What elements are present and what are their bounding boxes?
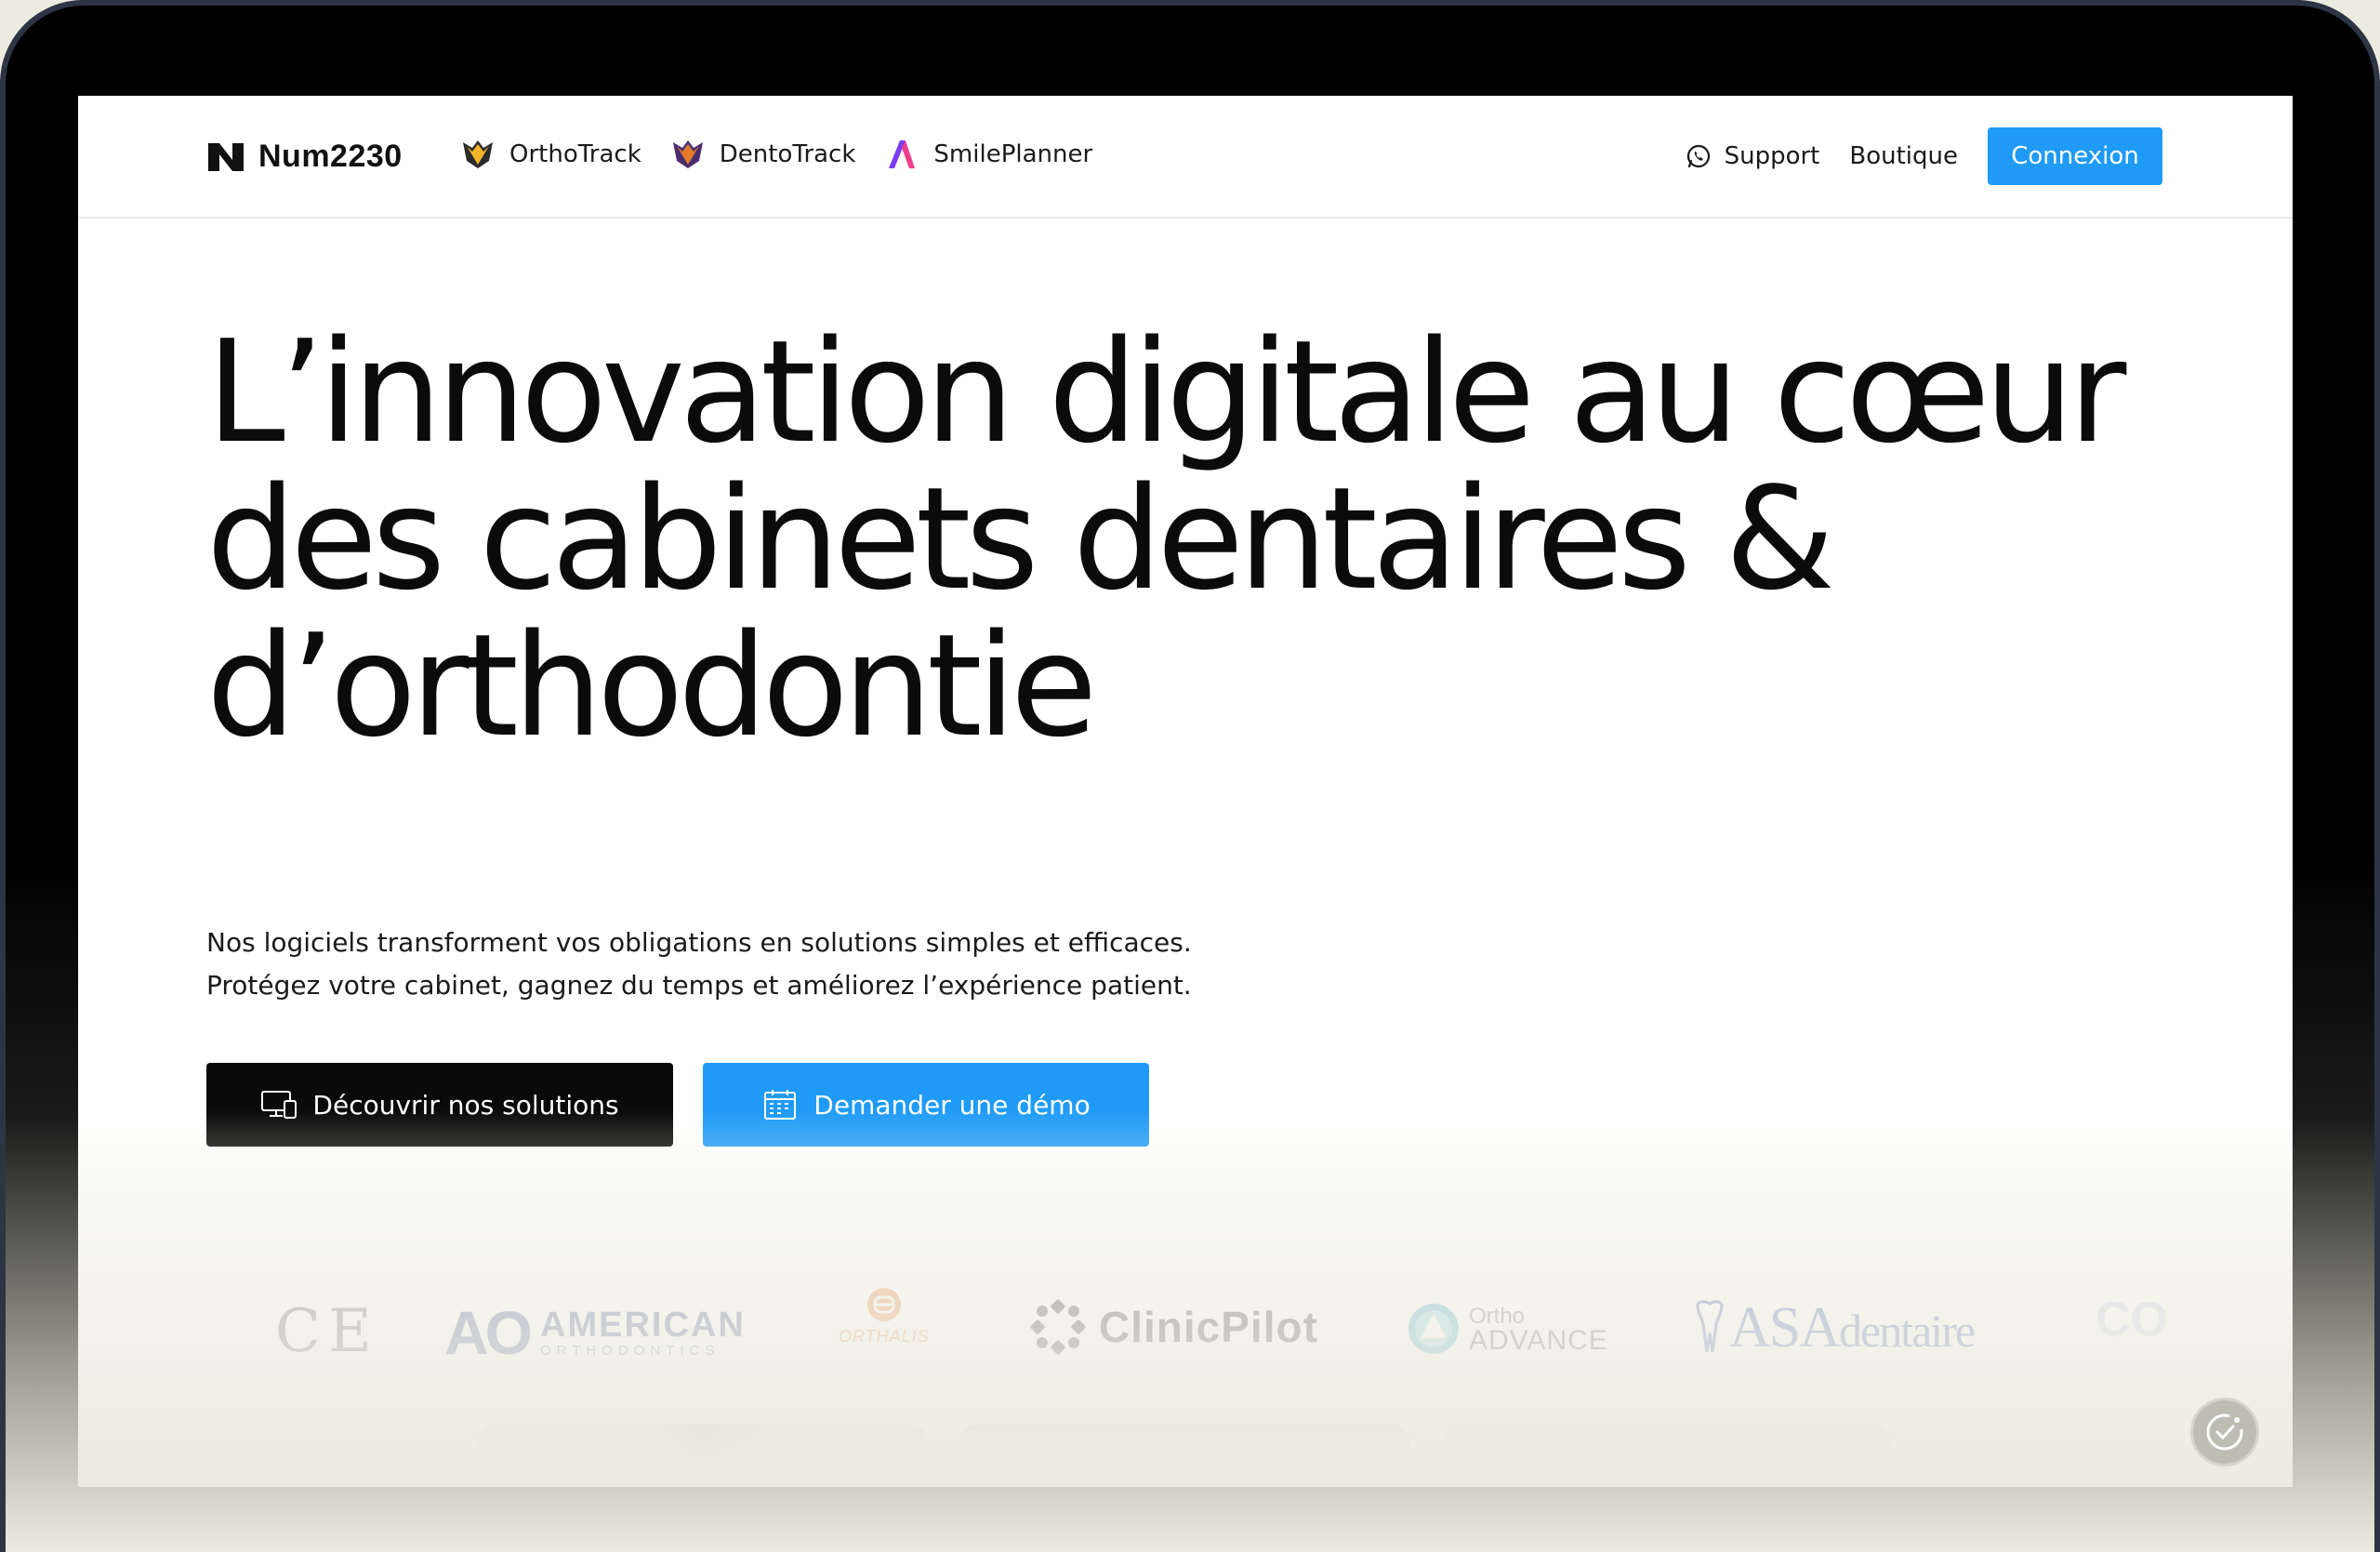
cta-label: Demander une démo [813, 1089, 1091, 1121]
nav-item-orthotrack[interactable]: OrthoTrack [461, 139, 641, 170]
hero-subtitle-line: Protégez votre cabinet, gagnez du temps … [206, 970, 1192, 1001]
asa-small: dentaire [1839, 1305, 1976, 1357]
brand-name: Num2230 [258, 139, 403, 174]
shop-label: Boutique [1849, 142, 1958, 170]
nav-item-dentotrack[interactable]: DentoTrack [671, 139, 856, 170]
image-card[interactable] [1441, 1424, 1891, 1487]
ao-wordmark: AMERICAN [540, 1305, 746, 1345]
orthalis-emblem-icon [866, 1288, 901, 1321]
browser-viewport: Num2230 OrthoTrack DentoTrack SmilePlann… [78, 96, 2293, 1487]
american-orthodontics-logo: AO AMERICAN ORTHODONTICS [444, 1297, 746, 1368]
asa-tooth-icon [1696, 1299, 1724, 1352]
nav-item-label: OrthoTrack [509, 140, 641, 168]
clinicpilot-wordmark: ClinicPilot [1099, 1303, 1318, 1351]
orthotrack-logo-icon [463, 140, 493, 168]
ortho-advance-emblem-icon [1408, 1304, 1459, 1354]
product-nav: OrthoTrack DentoTrack SmilePlanner [461, 139, 1092, 170]
brand-link[interactable]: Num2230 [206, 139, 403, 175]
ao-subword: ORTHODONTICS [540, 1342, 721, 1359]
dentotrack-logo-icon [672, 140, 703, 168]
partner-logo-strip: CE AO AMERICAN ORTHODONTICS ORTHALIS Cli… [78, 1277, 2293, 1379]
hero-title-line: des cabinets dentaires & [206, 457, 1835, 621]
nav-item-smileplanner[interactable]: SmilePlanner [885, 139, 1092, 170]
laptop-frame: Num2230 OrthoTrack DentoTrack SmilePlann… [0, 0, 2380, 1552]
image-card[interactable] [959, 1424, 1409, 1487]
nav-item-label: SmilePlanner [933, 140, 1093, 168]
hero-cta-row: Découvrir nos solutions Demander une dém… [206, 1063, 1149, 1147]
hero-title: L’innovation digitale au cœur des cabine… [206, 319, 2205, 760]
discover-solutions-button[interactable]: Découvrir nos solutions [206, 1063, 673, 1147]
orthalis-logo: ORTHALIS [839, 1286, 930, 1346]
asa-wordmark: ASAdentaire [1729, 1295, 1976, 1361]
ce-mark-logo: CE [275, 1297, 379, 1366]
clinicpilot-logo: ClinicPilot [1030, 1299, 1318, 1355]
hero-subtitle-line: Nos logiciels transforment vos obligatio… [206, 927, 1192, 958]
top-navbar: Num2230 OrthoTrack DentoTrack SmilePlann… [78, 96, 2293, 219]
co-partner-logo: CO [2096, 1293, 2168, 1346]
support-label: Support [1724, 142, 1820, 170]
clinicpilot-emblem-icon [1030, 1299, 1086, 1355]
request-demo-button[interactable]: Demander une démo [703, 1063, 1149, 1147]
cta-label: Découvrir nos solutions [312, 1089, 619, 1121]
asa-big: ASA [1729, 1296, 1841, 1360]
orthalis-wordmark: ORTHALIS [839, 1327, 930, 1346]
login-button[interactable]: Connexion [1988, 127, 2162, 185]
calendar-icon [764, 1090, 797, 1120]
smileplanner-logo-icon [889, 140, 916, 168]
devices-icon [261, 1091, 298, 1119]
support-link[interactable]: Support [1686, 142, 1820, 170]
nav-item-label: DentoTrack [719, 140, 856, 168]
hero-title-line: d’orthodontie [206, 604, 1097, 768]
image-card[interactable] [478, 1424, 928, 1487]
nav-actions: Support Boutique Connexion [1686, 127, 2162, 185]
whatsapp-icon [1686, 144, 1710, 168]
hero-subtitle: Nos logiciels transforment vos obligatio… [206, 922, 1415, 1007]
shop-link[interactable]: Boutique [1849, 142, 1958, 170]
consent-check-icon [2206, 1413, 2243, 1451]
num2230-logo-icon [208, 142, 244, 171]
asa-dentaire-logo: ASAdentaire [1694, 1295, 1976, 1361]
ortho-advance-logo: Ortho ADVANCE [1406, 1301, 1608, 1357]
ao-mark: AO [444, 1298, 533, 1367]
hero-title-line: L’innovation digitale au cœur [206, 310, 2126, 474]
cookie-consent-widget[interactable] [2190, 1398, 2259, 1466]
image-card-row [478, 1424, 1891, 1487]
ortho-advance-big: ADVANCE [1469, 1325, 1608, 1356]
